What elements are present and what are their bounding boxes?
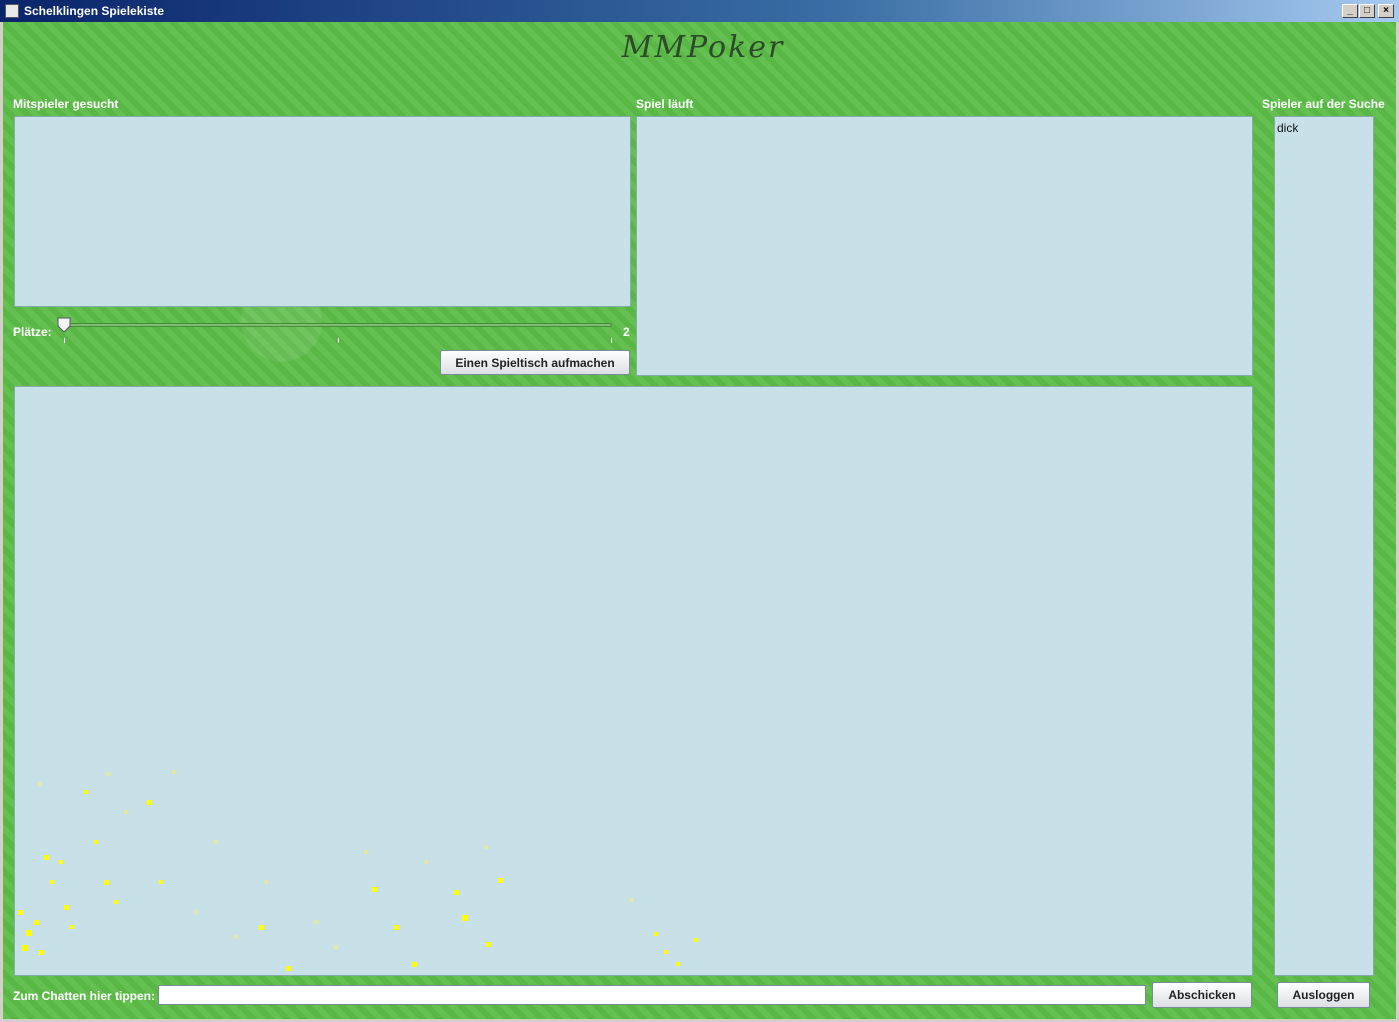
open-table-button[interactable]: Einen Spieltisch aufmachen bbox=[440, 350, 630, 375]
running-games-list[interactable] bbox=[636, 116, 1253, 376]
seats-value: 2 bbox=[623, 325, 630, 339]
logout-button[interactable]: Ausloggen bbox=[1277, 982, 1370, 1008]
mmpoker-logo: MMPoker bbox=[621, 30, 785, 65]
open-games-list[interactable] bbox=[14, 116, 631, 307]
maximize-button[interactable]: □ bbox=[1359, 4, 1375, 18]
send-button[interactable]: Abschicken bbox=[1152, 982, 1252, 1008]
window-title: Schelklingen Spielekiste bbox=[24, 4, 165, 18]
slider-tick bbox=[64, 338, 65, 343]
java-app-icon bbox=[5, 4, 19, 18]
searching-players-list[interactable]: dick bbox=[1274, 116, 1374, 976]
slider-tick bbox=[338, 338, 339, 343]
chat-log[interactable] bbox=[14, 386, 1253, 976]
looking-for-players-label: Mitspieler gesucht bbox=[13, 97, 119, 111]
slider-tick bbox=[611, 338, 612, 343]
chat-input[interactable] bbox=[158, 985, 1146, 1005]
players-searching-label: Spieler auf der Suche bbox=[1262, 97, 1385, 111]
list-item[interactable]: dick bbox=[1277, 121, 1298, 135]
chat-prompt-label: Zum Chatten hier tippen: bbox=[13, 989, 155, 1003]
game-running-label: Spiel läuft bbox=[636, 97, 694, 111]
minimize-button[interactable]: _ bbox=[1342, 4, 1358, 18]
seats-slider-track[interactable] bbox=[64, 323, 612, 327]
title-bar[interactable]: Schelklingen Spielekiste _ □ × bbox=[0, 0, 1399, 22]
close-button[interactable]: × bbox=[1378, 4, 1394, 18]
seats-label: Plätze: bbox=[13, 325, 52, 339]
seats-slider-thumb[interactable] bbox=[57, 317, 71, 333]
